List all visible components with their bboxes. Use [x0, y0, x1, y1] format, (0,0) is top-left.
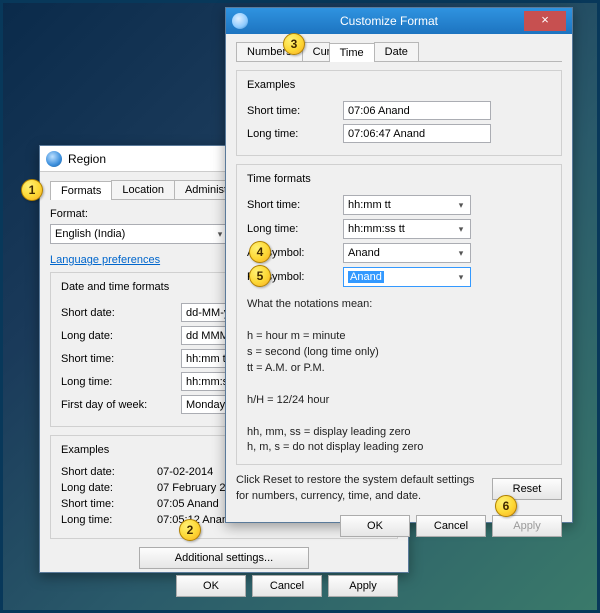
short-time-label: Short time:: [61, 353, 181, 365]
ex-short-date-v: 07-02-2014: [157, 466, 213, 478]
tf-long-time-dropdown[interactable]: hh:mm:ss tt ▾: [343, 219, 471, 239]
am-symbol-dropdown[interactable]: Anand ▾: [343, 243, 471, 263]
ex-short-time-l: Short time:: [61, 498, 157, 510]
cust-examples-legend: Examples: [243, 79, 299, 91]
tf-long-time-v: hh:mm:ss tt: [348, 223, 405, 235]
notes-line-3: tt = A.M. or P.M.: [247, 361, 551, 377]
customize-format-window: Customize Format × Numbers Currency Time…: [225, 7, 573, 523]
chevron-down-icon: ▾: [454, 248, 468, 259]
region-cancel-button[interactable]: Cancel: [252, 575, 322, 597]
customize-title: Customize Format: [254, 14, 524, 28]
callout-5: 5: [249, 265, 271, 287]
cust-ex-st-v: 07:06 Anand: [343, 101, 491, 120]
tab-formats[interactable]: Formats: [50, 181, 112, 200]
format-label: Format:: [50, 208, 146, 220]
short-date-label: Short date:: [61, 307, 181, 319]
time-formats-legend: Time formats: [243, 173, 315, 185]
cust-cancel-button[interactable]: Cancel: [416, 515, 486, 537]
reset-hint: Click Reset to restore the system defaul…: [236, 473, 484, 505]
tab-date[interactable]: Date: [374, 42, 419, 61]
close-button[interactable]: ×: [524, 11, 566, 31]
tf-long-time-l: Long time:: [247, 223, 343, 235]
ex-short-time-v: 07:05 Anand: [157, 498, 219, 510]
format-dropdown[interactable]: English (India) ▾: [50, 224, 230, 244]
ex-long-time-l: Long time:: [61, 514, 157, 526]
language-preferences-link[interactable]: Language preferences: [50, 254, 160, 266]
cust-ex-lt-l: Long time:: [247, 128, 343, 140]
region-ok-button[interactable]: OK: [176, 575, 246, 597]
date-time-formats-legend: Date and time formats: [57, 281, 173, 293]
chevron-down-icon: ▾: [454, 200, 468, 211]
region-title: Region: [68, 152, 106, 166]
cust-ex-lt-v: 07:06:47 Anand: [343, 124, 491, 143]
additional-settings-button[interactable]: Additional settings...: [139, 547, 309, 569]
tab-time[interactable]: Time: [329, 43, 375, 62]
settings-icon: [232, 13, 248, 29]
callout-2: 2: [179, 519, 201, 541]
notes-line-6: h, m, s = do not display leading zero: [247, 440, 551, 456]
notes-line-5: hh, mm, ss = display leading zero: [247, 425, 551, 441]
cust-apply-button[interactable]: Apply: [492, 515, 562, 537]
callout-4: 4: [249, 241, 271, 263]
notes-heading: What the notations mean:: [247, 297, 551, 313]
chevron-down-icon: ▾: [454, 272, 468, 283]
long-date-label: Long date:: [61, 330, 181, 342]
examples-legend: Examples: [57, 444, 113, 456]
cust-ex-st-l: Short time:: [247, 105, 343, 117]
callout-3: 3: [283, 33, 305, 55]
tf-short-time-dropdown[interactable]: hh:mm tt ▾: [343, 195, 471, 215]
long-time-label: Long time:: [61, 376, 181, 388]
tab-currency[interactable]: Currency: [302, 42, 330, 61]
notes-line-4: h/H = 12/24 hour: [247, 393, 551, 409]
tab-location[interactable]: Location: [111, 180, 175, 199]
callout-1: 1: [21, 179, 43, 201]
pm-symbol-dropdown[interactable]: Anand ▾: [343, 267, 471, 287]
globe-icon: [46, 151, 62, 167]
callout-6: 6: [495, 495, 517, 517]
customize-titlebar: Customize Format ×: [226, 8, 572, 34]
format-value: English (India): [55, 228, 125, 240]
region-apply-button[interactable]: Apply: [328, 575, 398, 597]
first-day-label: First day of week:: [61, 399, 181, 411]
pm-symbol-v: Anand: [348, 271, 384, 283]
chevron-down-icon: ▾: [454, 224, 468, 235]
notes-line-1: h = hour m = minute: [247, 329, 551, 345]
ex-long-date-l: Long date:: [61, 482, 157, 494]
am-symbol-v: Anand: [348, 247, 380, 259]
notes-line-2: s = second (long time only): [247, 345, 551, 361]
cust-ok-button[interactable]: OK: [340, 515, 410, 537]
tf-short-time-v: hh:mm tt: [348, 199, 391, 211]
ex-short-date-l: Short date:: [61, 466, 157, 478]
tf-short-time-l: Short time:: [247, 199, 343, 211]
